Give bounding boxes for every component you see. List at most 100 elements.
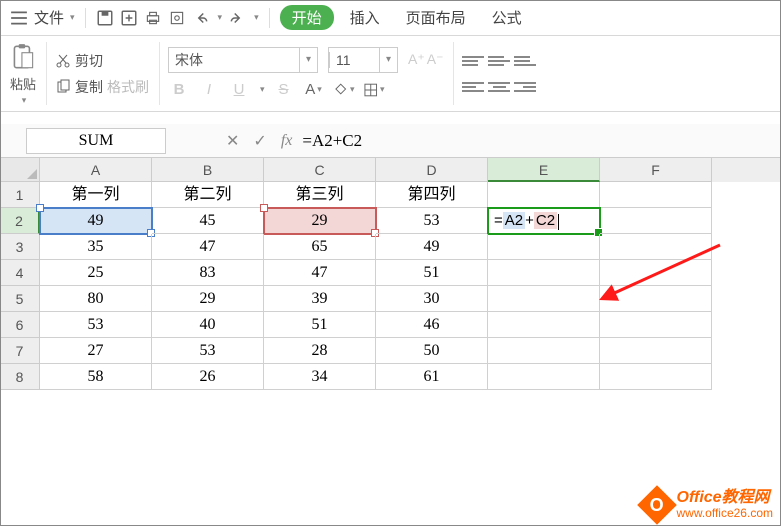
preview-icon[interactable] <box>168 9 186 27</box>
italic-button[interactable]: I <box>198 79 220 101</box>
print-icon[interactable] <box>144 9 162 27</box>
cell[interactable]: 40 <box>152 312 264 338</box>
col-header-c[interactable]: C <box>264 158 376 182</box>
cell[interactable]: 47 <box>152 234 264 260</box>
cell[interactable]: 35 <box>40 234 152 260</box>
font-color-button[interactable]: A▾ <box>303 79 325 101</box>
redo-icon[interactable] <box>228 9 246 27</box>
bold-button[interactable]: B <box>168 79 190 101</box>
name-box[interactable]: SUM <box>26 128 166 154</box>
cell[interactable] <box>600 234 712 260</box>
cell[interactable] <box>600 364 712 390</box>
row-header[interactable]: 5 <box>0 286 40 312</box>
row-header[interactable]: 6 <box>0 312 40 338</box>
strike-button[interactable]: S <box>273 79 295 101</box>
cell[interactable]: 25 <box>40 260 152 286</box>
cell[interactable]: 80 <box>40 286 152 312</box>
cell-a2[interactable]: 49 <box>40 208 152 234</box>
chevron-down-icon[interactable]: ▾ <box>379 48 397 72</box>
border-button[interactable]: ▾ <box>363 79 385 101</box>
cell[interactable]: 39 <box>264 286 376 312</box>
cell[interactable] <box>600 312 712 338</box>
cell[interactable]: 51 <box>376 260 488 286</box>
cut-button[interactable]: 剪切 <box>55 51 149 71</box>
align-left-button[interactable] <box>462 77 484 97</box>
align-right-button[interactable] <box>514 77 536 97</box>
row-header[interactable]: 3 <box>0 234 40 260</box>
cell[interactable]: 第三列 <box>264 182 376 208</box>
copy-button[interactable]: 复制 格式刷 <box>55 77 149 97</box>
underline-button[interactable]: U <box>228 79 250 101</box>
cell[interactable] <box>600 260 712 286</box>
tab-insert[interactable]: 插入 <box>340 7 390 28</box>
cell-e2-active[interactable]: =A2+C2 <box>488 208 600 234</box>
cell[interactable] <box>600 338 712 364</box>
align-middle-button[interactable] <box>488 51 510 71</box>
cell[interactable]: 53 <box>40 312 152 338</box>
cell[interactable]: 34 <box>264 364 376 390</box>
cell[interactable] <box>488 286 600 312</box>
col-header-f[interactable]: F <box>600 158 712 182</box>
cell[interactable]: 53 <box>376 208 488 234</box>
fill-color-button[interactable]: ▾ <box>333 79 355 101</box>
cell[interactable]: 58 <box>40 364 152 390</box>
tab-formula[interactable]: 公式 <box>482 7 532 28</box>
cell[interactable]: 45 <box>152 208 264 234</box>
cell[interactable]: 65 <box>264 234 376 260</box>
row-header[interactable]: 8 <box>0 364 40 390</box>
cell[interactable] <box>488 182 600 208</box>
cancel-formula-button[interactable]: ✕ <box>226 131 239 151</box>
select-all-corner[interactable] <box>0 158 40 182</box>
tab-layout[interactable]: 页面布局 <box>396 7 476 28</box>
file-menu[interactable]: 文件▾ <box>34 7 75 28</box>
cell[interactable]: 50 <box>376 338 488 364</box>
cell[interactable]: 29 <box>152 286 264 312</box>
cell[interactable]: 26 <box>152 364 264 390</box>
cell[interactable]: 49 <box>376 234 488 260</box>
cell[interactable] <box>600 286 712 312</box>
cell[interactable] <box>488 234 600 260</box>
cell[interactable] <box>488 260 600 286</box>
cell[interactable]: 83 <box>152 260 264 286</box>
cell[interactable]: 47 <box>264 260 376 286</box>
row-header-1[interactable]: 1 <box>0 182 40 208</box>
format-painter-button[interactable]: 格式刷 <box>107 77 149 97</box>
align-bottom-button[interactable] <box>514 51 536 71</box>
cell[interactable] <box>488 312 600 338</box>
cell[interactable]: 51 <box>264 312 376 338</box>
col-header-e[interactable]: E <box>488 158 600 182</box>
cell[interactable] <box>488 364 600 390</box>
cell-c2[interactable]: 29 <box>264 208 376 234</box>
cell[interactable]: 第四列 <box>376 182 488 208</box>
col-header-a[interactable]: A <box>40 158 152 182</box>
formula-input[interactable]: =A2+C2 <box>292 131 781 151</box>
save-icon[interactable] <box>96 9 114 27</box>
cell[interactable]: 46 <box>376 312 488 338</box>
col-header-d[interactable]: D <box>376 158 488 182</box>
col-header-b[interactable]: B <box>152 158 264 182</box>
cell[interactable]: 53 <box>152 338 264 364</box>
cell[interactable]: 第一列 <box>40 182 152 208</box>
paste-button[interactable]: 粘贴▾ <box>10 42 36 106</box>
save-as-icon[interactable] <box>120 9 138 27</box>
cell[interactable] <box>600 208 712 234</box>
cell[interactable]: 30 <box>376 286 488 312</box>
grow-shrink-font[interactable]: A⁺A⁻ <box>408 51 443 68</box>
tab-start[interactable]: 开始 <box>280 5 334 30</box>
cell[interactable]: 第二列 <box>152 182 264 208</box>
font-size-select[interactable]: 11 ▾ <box>328 47 398 73</box>
align-center-button[interactable] <box>488 77 510 97</box>
hamburger-icon[interactable] <box>10 9 28 27</box>
undo-icon[interactable] <box>192 9 210 27</box>
fx-button[interactable]: fx <box>281 132 293 150</box>
align-top-button[interactable] <box>462 51 484 71</box>
row-header[interactable]: 7 <box>0 338 40 364</box>
cell[interactable]: 61 <box>376 364 488 390</box>
cell[interactable] <box>600 182 712 208</box>
cell[interactable]: 27 <box>40 338 152 364</box>
cell[interactable] <box>488 338 600 364</box>
row-header[interactable]: 4 <box>0 260 40 286</box>
cell[interactable]: 28 <box>264 338 376 364</box>
confirm-formula-button[interactable]: ✓ <box>253 131 266 151</box>
row-header-2[interactable]: 2 <box>0 208 40 234</box>
